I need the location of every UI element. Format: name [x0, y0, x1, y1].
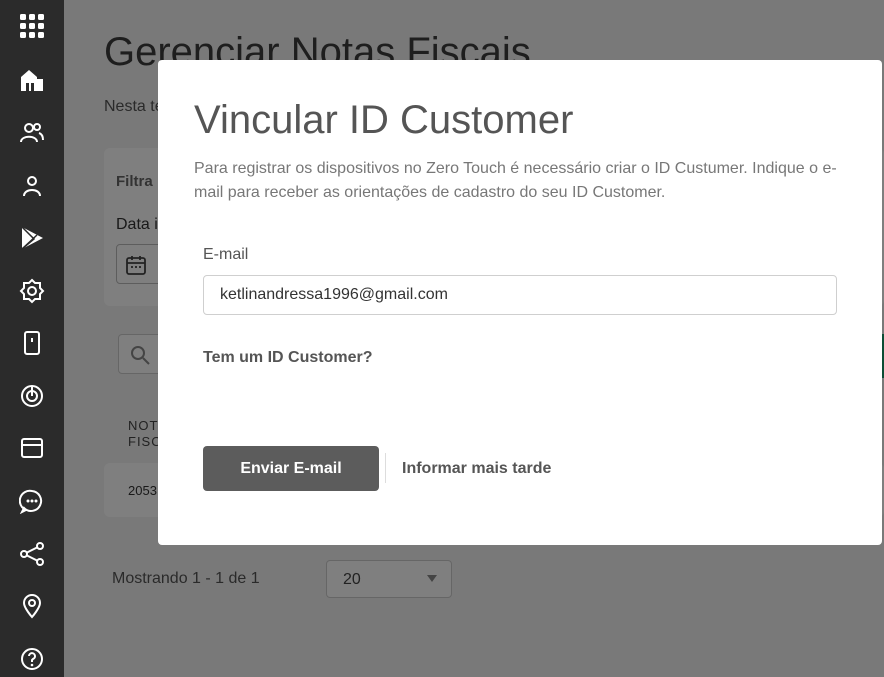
device-icon[interactable] [16, 327, 48, 359]
sidebar [0, 0, 64, 677]
has-id-customer-link[interactable]: Tem um ID Customer? [203, 349, 373, 367]
inform-later-button[interactable]: Informar mais tarde [392, 446, 561, 491]
user-icon[interactable] [16, 170, 48, 202]
location-pin-icon[interactable] [16, 590, 48, 622]
play-store-icon[interactable] [16, 222, 48, 254]
browser-window-icon[interactable] [16, 432, 48, 464]
email-label: E-mail [203, 246, 249, 263]
help-icon[interactable] [16, 643, 48, 675]
users-icon[interactable] [16, 117, 48, 149]
settings-icon[interactable] [16, 275, 48, 307]
send-email-button[interactable]: Enviar E-mail [203, 446, 379, 491]
link-id-customer-modal: Vincular ID Customer Para registrar os d… [158, 60, 882, 545]
modal-title: Vincular ID Customer [194, 98, 574, 142]
power-icon[interactable] [16, 380, 48, 412]
email-field[interactable] [203, 275, 837, 315]
home-icon[interactable] [16, 64, 48, 96]
share-icon[interactable] [16, 538, 48, 570]
apps-grid-icon[interactable] [16, 10, 48, 42]
button-divider [385, 453, 386, 483]
modal-description: Para registrar os dispositivos no Zero T… [194, 160, 837, 201]
chat-icon[interactable] [16, 485, 48, 517]
